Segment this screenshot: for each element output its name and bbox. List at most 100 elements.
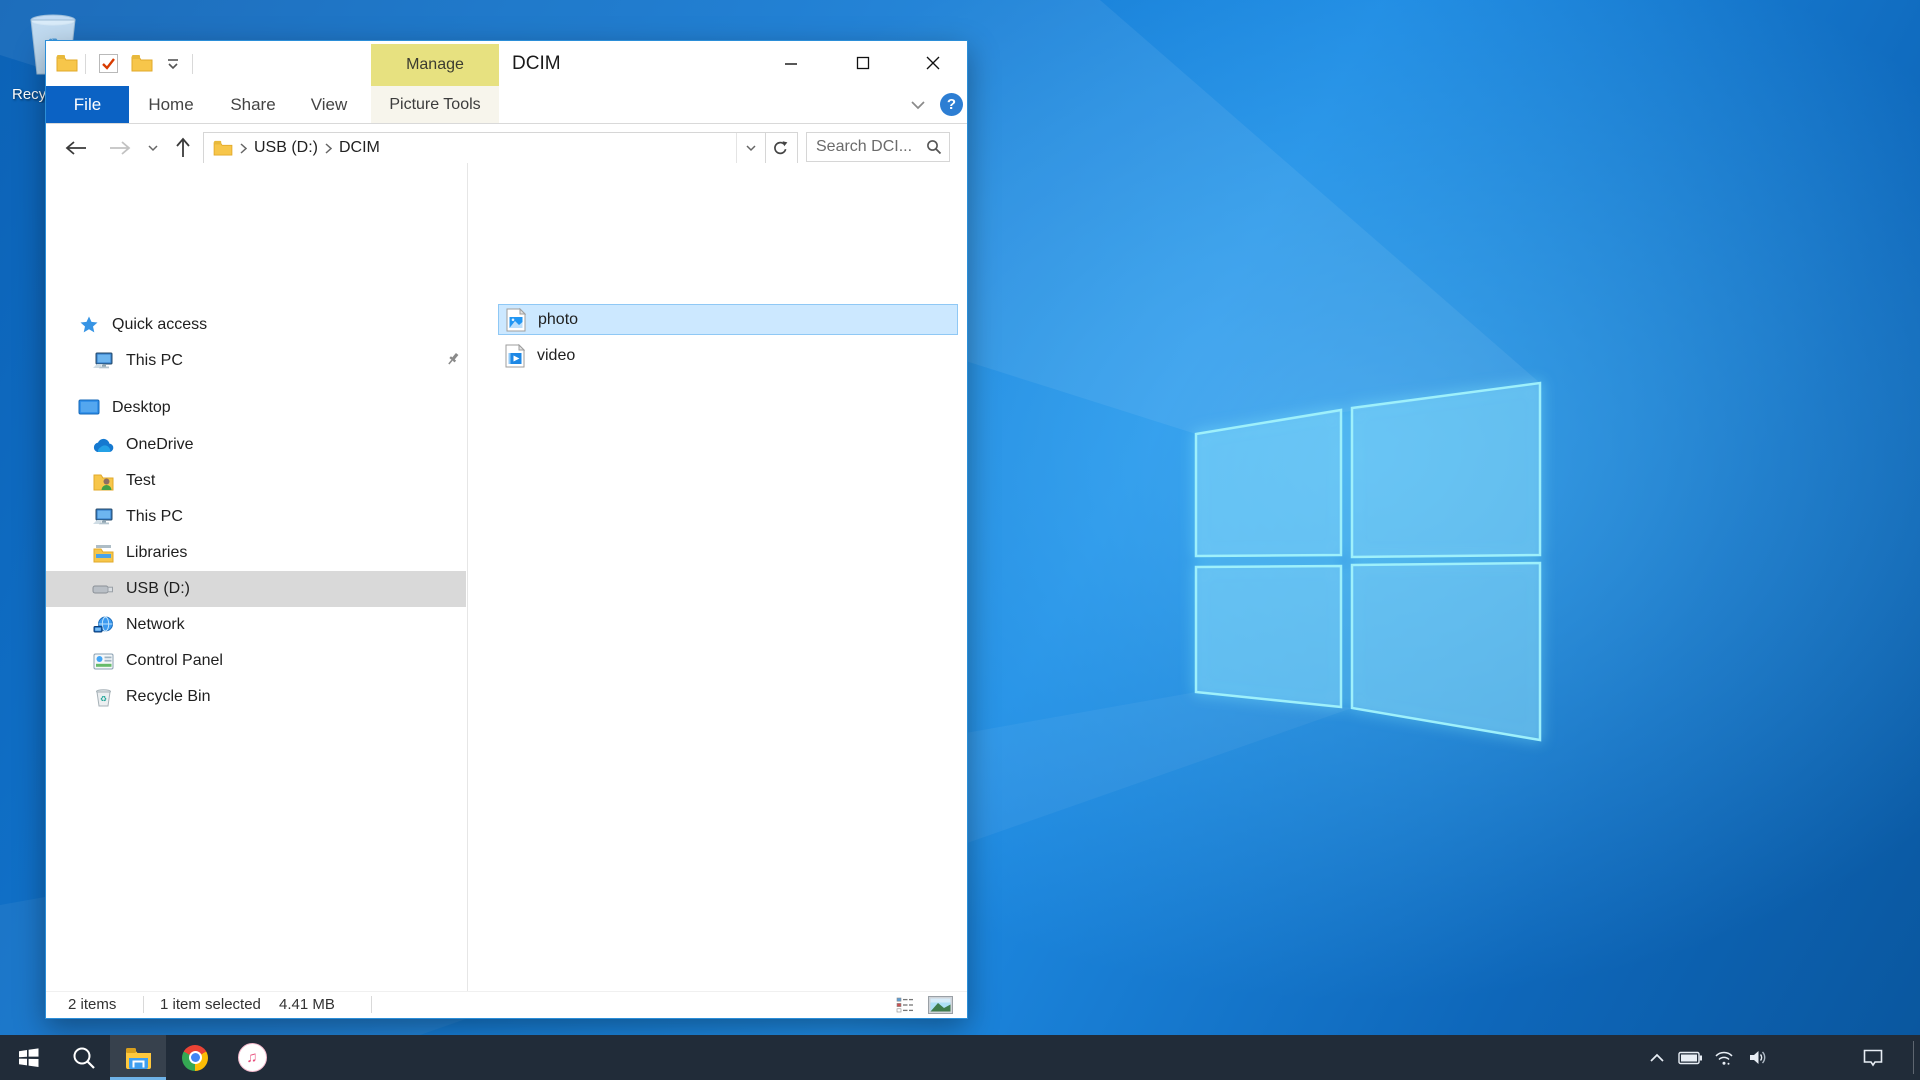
taskbar-search-button[interactable] xyxy=(56,1035,112,1080)
forward-arrow-icon xyxy=(108,140,132,156)
breadcrumb-chevron-icon xyxy=(240,143,247,154)
sidebar-item-usb-d[interactable]: USB (D:) xyxy=(46,571,466,607)
sidebar-item-libraries[interactable]: Libraries xyxy=(46,535,466,571)
tray-chevron-button[interactable] xyxy=(1641,1035,1673,1080)
action-center-button[interactable] xyxy=(1854,1035,1892,1080)
up-button[interactable] xyxy=(166,132,200,163)
chevron-down-icon xyxy=(745,144,757,152)
details-view-button[interactable] xyxy=(892,993,918,1016)
sidebar-item-recycle-bin[interactable]: ♻ Recycle Bin xyxy=(46,679,466,715)
file-name: video xyxy=(537,347,575,365)
tab-view[interactable]: View xyxy=(293,86,365,123)
search-input[interactable]: Search DCI... xyxy=(806,132,950,162)
qat-properties-icon[interactable] xyxy=(98,53,119,74)
status-divider xyxy=(143,996,144,1013)
explorer-window: Manage DCIM File Home Share View Picture… xyxy=(45,40,968,1019)
qat-new-folder-icon[interactable] xyxy=(131,54,153,72)
video-file-icon xyxy=(505,344,527,368)
taskbar-file-explorer-button[interactable] xyxy=(110,1035,166,1080)
address-dropdown-button[interactable] xyxy=(736,133,765,163)
thumbnail-view-button[interactable] xyxy=(927,993,953,1016)
sidebar-item-control-panel[interactable]: Control Panel xyxy=(46,643,466,679)
taskbar-music-button[interactable]: ♫ xyxy=(224,1035,280,1080)
breadcrumb-usb[interactable]: USB (D:) xyxy=(254,139,318,157)
contextual-group-manage[interactable]: Manage xyxy=(371,44,499,86)
show-desktop-divider[interactable] xyxy=(1913,1041,1914,1074)
tab-home[interactable]: Home xyxy=(129,86,213,123)
sidebar-item-label: This PC xyxy=(126,352,183,370)
breadcrumb-dcim[interactable]: DCIM xyxy=(339,139,380,157)
refresh-icon xyxy=(772,140,789,157)
recycle-bin-icon: ♻ xyxy=(92,687,114,707)
address-row: USB (D:) DCIM Search DCI... xyxy=(46,132,967,163)
refresh-button[interactable] xyxy=(764,132,798,164)
qat-separator xyxy=(85,54,86,74)
network-icon xyxy=(92,615,114,635)
search-placeholder: Search DCI... xyxy=(816,138,912,156)
sidebar-item-label: USB (D:) xyxy=(126,580,190,598)
battery-icon xyxy=(1678,1051,1703,1065)
address-bar[interactable]: USB (D:) DCIM xyxy=(203,132,766,164)
sidebar-item-onedrive[interactable]: OneDrive xyxy=(46,427,466,463)
help-button[interactable]: ? xyxy=(940,93,963,116)
taskbar: ♫ xyxy=(0,1035,1920,1080)
this-pc-icon xyxy=(92,507,114,527)
svg-text:♻: ♻ xyxy=(99,694,106,703)
pin-icon[interactable] xyxy=(445,351,461,367)
ribbon-tab-row: File Home Share View Picture Tools ? xyxy=(46,86,967,124)
status-divider xyxy=(371,996,372,1013)
sidebar-item-desktop[interactable]: Desktop xyxy=(46,390,466,426)
sidebar-item-label: Libraries xyxy=(126,544,187,562)
expand-ribbon-button[interactable] xyxy=(904,94,932,116)
desktop-icon xyxy=(78,398,100,418)
sidebar-item-network[interactable]: Network xyxy=(46,607,466,643)
tab-picture-tools[interactable]: Picture Tools xyxy=(371,86,499,123)
chevron-down-icon xyxy=(910,100,926,110)
recent-locations-button[interactable] xyxy=(142,132,164,163)
back-arrow-icon xyxy=(64,140,88,156)
sidebar-item-test[interactable]: Test xyxy=(46,463,466,499)
close-button[interactable] xyxy=(910,41,956,85)
chevron-down-icon xyxy=(147,144,159,152)
back-button[interactable] xyxy=(58,132,94,163)
search-icon[interactable] xyxy=(926,139,942,155)
volume-icon xyxy=(1748,1049,1768,1066)
file-row-photo[interactable]: photo xyxy=(498,304,958,335)
search-icon xyxy=(71,1045,97,1071)
title-bar[interactable]: Manage DCIM xyxy=(46,41,967,86)
this-pc-icon xyxy=(92,351,114,371)
start-button[interactable] xyxy=(0,1035,56,1080)
sidebar-item-label: Desktop xyxy=(112,399,171,417)
breadcrumb-folder-icon xyxy=(213,140,233,156)
sidebar-item-label: Control Panel xyxy=(126,652,223,670)
tray-volume-button[interactable] xyxy=(1742,1035,1774,1080)
sidebar-item-label: Network xyxy=(126,616,185,634)
music-app-icon: ♫ xyxy=(238,1043,267,1072)
file-row-video[interactable]: video xyxy=(498,340,958,371)
tray-battery-button[interactable] xyxy=(1674,1035,1706,1080)
thumbnail-view-icon xyxy=(928,996,953,1014)
sidebar-item-this-pc[interactable]: This PC xyxy=(46,499,466,535)
status-bar: 2 items 1 item selected 4.41 MB xyxy=(46,991,967,1018)
windows-logo xyxy=(1196,383,1540,740)
qat-customize-chevron-icon[interactable] xyxy=(166,58,180,70)
file-name: photo xyxy=(538,311,578,329)
breadcrumb-chevron-icon xyxy=(325,143,332,154)
window-title: DCIM xyxy=(512,53,561,75)
sidebar-item-label: Test xyxy=(126,472,155,490)
maximize-button[interactable] xyxy=(840,41,886,85)
tab-file[interactable]: File xyxy=(46,86,129,123)
taskbar-chrome-button[interactable] xyxy=(167,1035,223,1080)
tab-share[interactable]: Share xyxy=(213,86,293,123)
sidebar-item-quick-access[interactable]: Quick access xyxy=(46,307,466,343)
action-center-icon xyxy=(1862,1048,1884,1068)
tray-wifi-button[interactable] xyxy=(1708,1035,1740,1080)
details-view-icon xyxy=(896,997,914,1013)
qat-separator xyxy=(192,54,193,74)
forward-button[interactable] xyxy=(102,132,138,163)
sidebar-item-this-pc-pinned[interactable]: This PC xyxy=(46,343,466,379)
minimize-icon xyxy=(784,56,798,70)
minimize-button[interactable] xyxy=(768,41,814,85)
maximize-icon xyxy=(856,56,870,70)
pane-divider xyxy=(467,163,468,991)
